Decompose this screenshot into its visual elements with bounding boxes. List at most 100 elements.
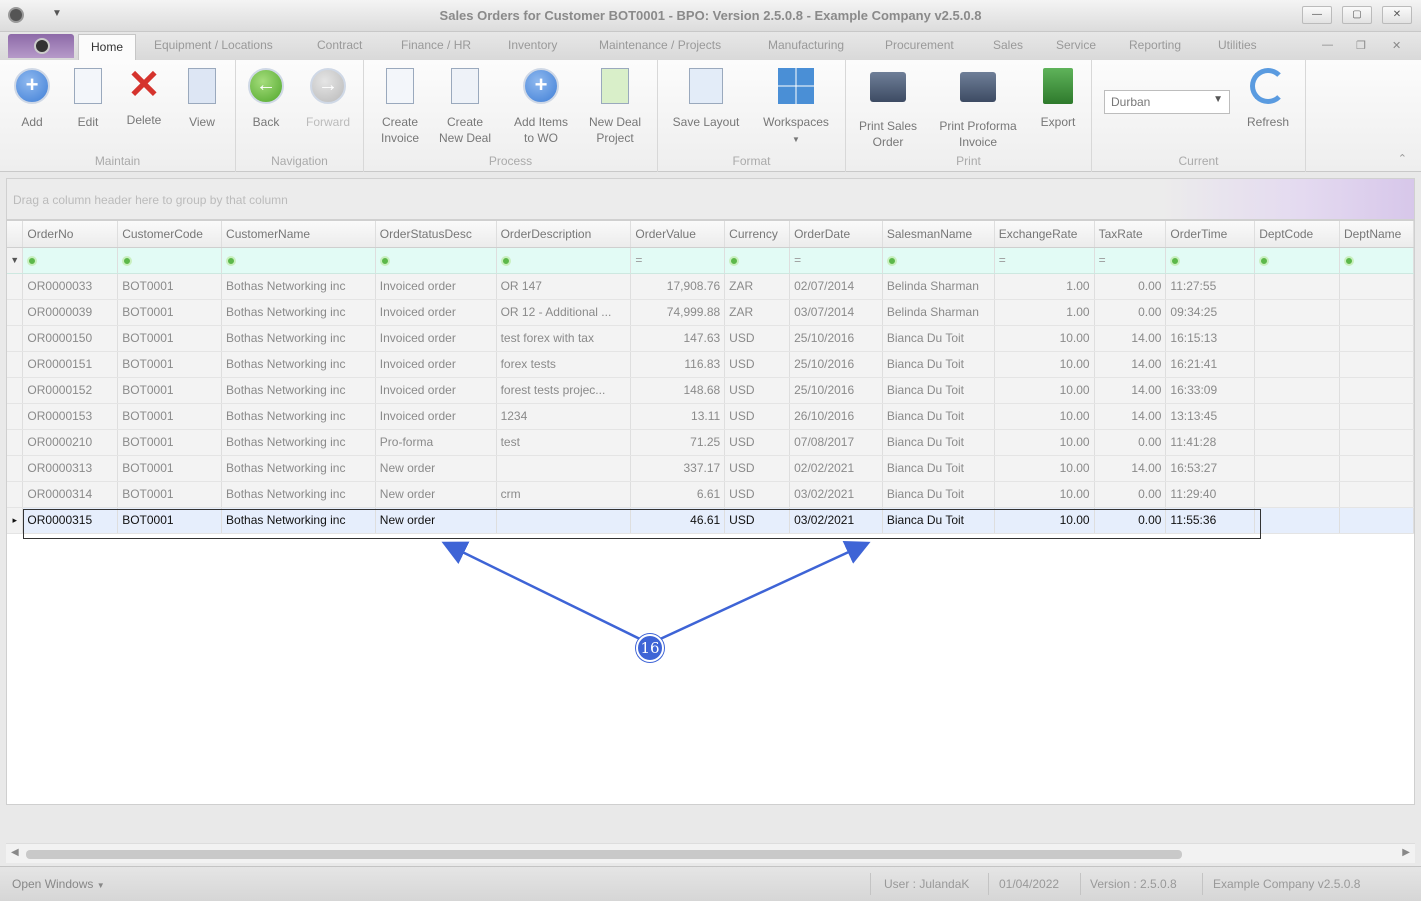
add-items-to-wo-button[interactable]: + Add Items to WO [506,66,576,146]
cell-currency[interactable]: USD [724,351,791,378]
cell-orderno[interactable]: OR0000210 [22,429,119,456]
column-header-deptcode[interactable]: DeptCode [1254,221,1340,248]
filter-cell-customercode[interactable] [117,247,223,274]
cell-customername[interactable]: Bothas Networking inc [221,507,376,534]
cell-ordervalue[interactable]: 116.83 [630,351,726,378]
table-row[interactable]: OR0000039 BOT0001 Bothas Networking inc Inv… [7,299,1414,326]
cell-exchangerate[interactable]: 10.00 [994,325,1095,352]
cell-deptcode[interactable] [1254,455,1340,482]
cell-deptname[interactable] [1339,325,1414,352]
row-indicator[interactable] [7,351,24,378]
cell-deptcode[interactable] [1254,403,1340,430]
cell-orderno[interactable]: OR0000152 [22,377,119,404]
filter-cell-deptcode[interactable] [1254,247,1340,274]
scrollbar-thumb[interactable] [26,850,1182,859]
group-by-panel[interactable]: Drag a column header here to group by th… [6,178,1415,220]
tab-manufacturing[interactable]: Manufacturing [768,38,844,52]
refresh-button[interactable]: Refresh [1238,66,1298,130]
cell-customername[interactable]: Bothas Networking inc [221,403,376,430]
back-button[interactable]: ← Back [244,66,288,130]
workspaces-dropdown-button[interactable]: Workspaces ▼ [756,66,836,148]
cell-exchangerate[interactable]: 10.00 [994,377,1095,404]
cell-currency[interactable]: USD [724,481,791,508]
cell-exchangerate[interactable]: 10.00 [994,403,1095,430]
minimize-button[interactable]: — [1302,6,1332,24]
cell-orderdescription[interactable]: test forex with tax [496,325,632,352]
print-proforma-invoice-button[interactable]: Print Proforma Invoice [932,66,1024,150]
edit-button[interactable]: Edit [66,66,110,130]
cell-orderno[interactable]: OR0000039 [22,299,119,326]
tab-procurement[interactable]: Procurement [885,38,954,52]
export-button[interactable]: Export [1032,66,1084,130]
view-button[interactable]: View [180,66,224,130]
cell-orderdescription[interactable]: forest tests projec... [496,377,632,404]
cell-customername[interactable]: Bothas Networking inc [221,299,376,326]
cell-orderstatusdesc[interactable]: Invoiced order [375,351,497,378]
table-row[interactable]: OR0000313 BOT0001 Bothas Networking inc New… [7,455,1414,482]
cell-ordervalue[interactable]: 337.17 [630,455,726,482]
column-header-ordervalue[interactable]: OrderValue [630,221,726,248]
row-indicator[interactable] [7,455,24,482]
cell-customercode[interactable]: BOT0001 [117,481,223,508]
cell-customername[interactable]: Bothas Networking inc [221,377,376,404]
table-row[interactable]: OR0000033 BOT0001 Bothas Networking inc Inv… [7,273,1414,300]
filter-cell-orderdescription[interactable] [496,247,632,274]
cell-deptcode[interactable] [1254,351,1340,378]
current-row-indicator-icon[interactable]: ▸ [7,507,24,534]
cell-ordertime[interactable]: 16:53:27 [1165,455,1256,482]
cell-salesmanname[interactable]: Bianca Du Toit [882,429,995,456]
cell-orderdescription[interactable]: 1234 [496,403,632,430]
ribbon-collapse-icon[interactable]: ⌃ [1398,152,1407,165]
filter-cell-salesmanname[interactable] [882,247,995,274]
filter-cell-exchangerate[interactable]: = [994,247,1095,274]
filter-cell-orderno[interactable] [22,247,119,274]
cell-ordervalue[interactable]: 13.11 [630,403,726,430]
cell-salesmanname[interactable]: Bianca Du Toit [882,325,995,352]
cell-customercode[interactable]: BOT0001 [117,429,223,456]
cell-ordertime[interactable]: 16:15:13 [1165,325,1256,352]
cell-deptcode[interactable] [1254,299,1340,326]
cell-deptname[interactable] [1339,351,1414,378]
cell-customercode[interactable]: BOT0001 [117,299,223,326]
cell-salesmanname[interactable]: Bianca Du Toit [882,481,995,508]
cell-ordertime[interactable]: 09:34:25 [1165,299,1256,326]
print-sales-order-button[interactable]: Print Sales Order [852,66,924,150]
cell-deptname[interactable] [1339,507,1414,534]
save-layout-button[interactable]: Save Layout [664,66,748,130]
table-row[interactable]: OR0000150 BOT0001 Bothas Networking inc Inv… [7,325,1414,352]
tab-contract[interactable]: Contract [317,38,362,52]
cell-ordervalue[interactable]: 46.61 [630,507,726,534]
cell-deptname[interactable] [1339,377,1414,404]
column-header-orderdate[interactable]: OrderDate [789,221,883,248]
create-invoice-button[interactable]: Create Invoice [372,66,428,146]
cell-ordertime[interactable]: 11:41:28 [1165,429,1256,456]
cell-deptcode[interactable] [1254,429,1340,456]
cell-customername[interactable]: Bothas Networking inc [221,429,376,456]
cell-taxrate[interactable]: 14.00 [1094,351,1167,378]
cell-orderdescription[interactable]: crm [496,481,632,508]
cell-orderno[interactable]: OR0000153 [22,403,119,430]
cell-ordervalue[interactable]: 148.68 [630,377,726,404]
filter-cell-orderdate[interactable]: = [789,247,883,274]
table-row[interactable]: OR0000153 BOT0001 Bothas Networking inc Inv… [7,403,1414,430]
cell-orderno[interactable]: OR0000313 [22,455,119,482]
add-button[interactable]: + Add [10,66,54,130]
cell-currency[interactable]: ZAR [724,273,791,300]
cell-currency[interactable]: ZAR [724,299,791,326]
forward-button[interactable]: → Forward [298,66,358,130]
cell-taxrate[interactable]: 0.00 [1094,273,1167,300]
row-indicator[interactable] [7,377,24,404]
cell-ordervalue[interactable]: 147.63 [630,325,726,352]
column-header-ordertime[interactable]: OrderTime [1165,221,1256,248]
scroll-left-icon[interactable]: ◀ [11,847,19,858]
tab-maintenance-projects[interactable]: Maintenance / Projects [599,38,721,52]
filter-cell-currency[interactable] [724,247,791,274]
cell-customername[interactable]: Bothas Networking inc [221,351,376,378]
cell-customername[interactable]: Bothas Networking inc [221,273,376,300]
cell-orderstatusdesc[interactable]: Invoiced order [375,403,497,430]
cell-currency[interactable]: USD [724,325,791,352]
cell-deptname[interactable] [1339,481,1414,508]
column-header-customername[interactable]: CustomerName [221,221,376,248]
new-deal-project-button[interactable]: New Deal Project [584,66,646,146]
cell-salesmanname[interactable]: Bianca Du Toit [882,351,995,378]
